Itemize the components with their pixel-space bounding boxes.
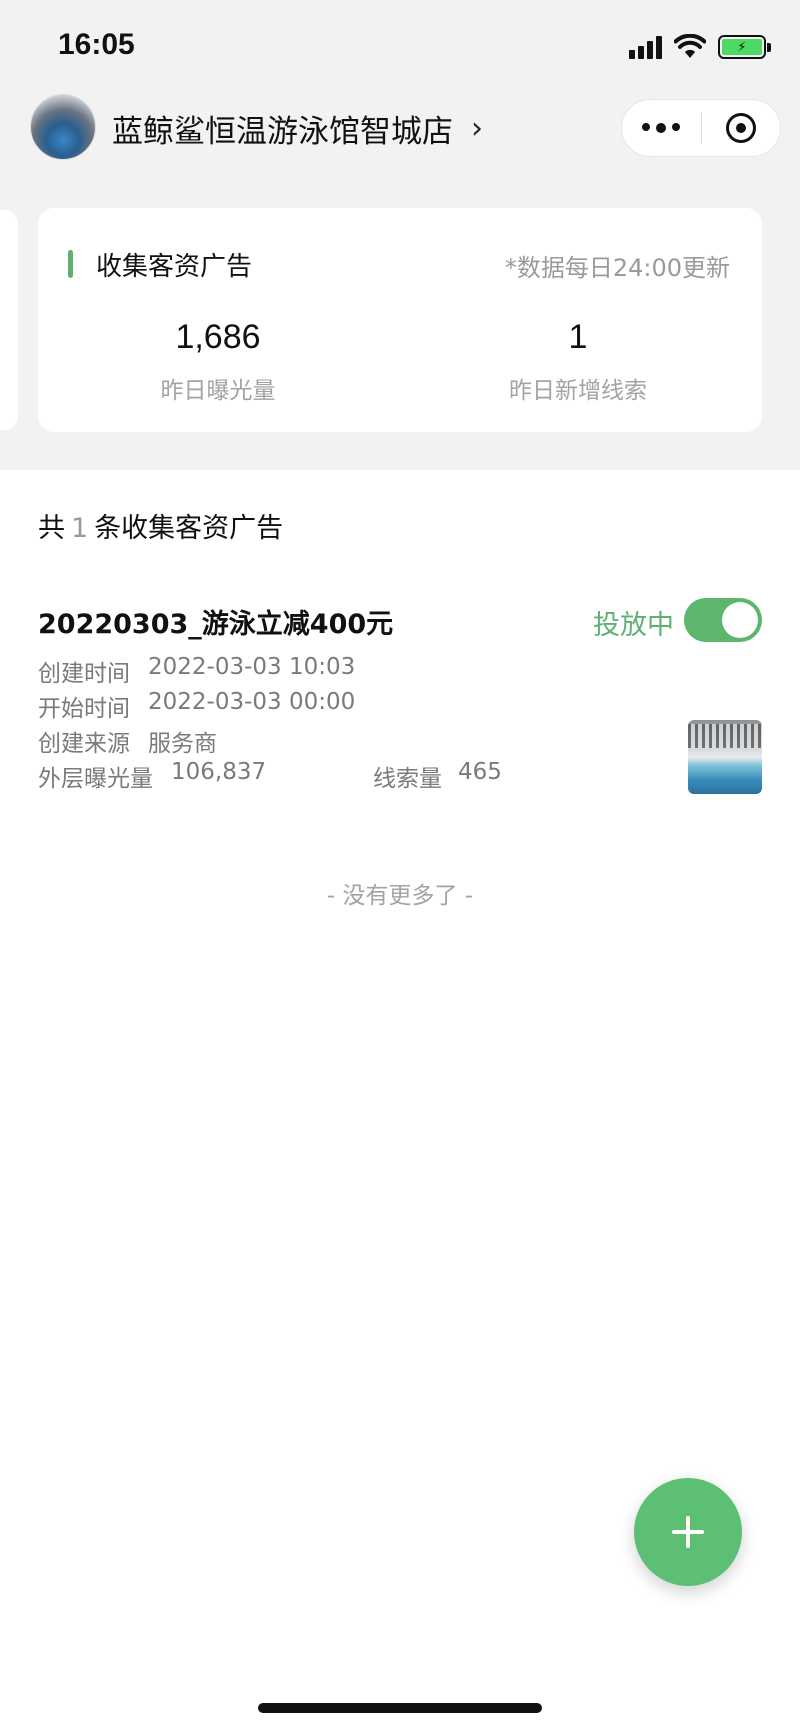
stat-value: 1,686 <box>175 318 261 356</box>
meta-source: 创建来源 服务商 <box>38 724 217 758</box>
stat-value: 1 <box>568 318 588 356</box>
meta-value: 2022-03-03 00:00 <box>148 689 356 715</box>
wifi-icon <box>674 34 706 58</box>
meta-label: 开始时间 <box>38 696 130 722</box>
meta-label: 创建来源 <box>38 731 130 757</box>
ad-title[interactable]: 20220303_游泳立减400元 <box>38 602 393 641</box>
meta-value: 106,837 <box>171 759 267 785</box>
stat-label: 昨日新增线索 <box>509 378 647 404</box>
status-time: 16:05 <box>58 28 135 61</box>
ad-status: 投放中 <box>593 610 674 641</box>
close-target-icon <box>725 113 756 143</box>
meta-start: 开始时间 2022-03-03 00:00 <box>38 689 355 723</box>
stat-label: 昨日曝光量 <box>160 378 276 404</box>
battery-charging-icon: ⚡ <box>718 35 771 59</box>
stats-card: 收集客资广告 *数据每日24:00更新 1,686 昨日曝光量 1 昨日新增线索 <box>38 208 762 432</box>
add-ad-button[interactable] <box>634 1478 742 1586</box>
ad-active-toggle[interactable] <box>684 598 762 642</box>
close-button[interactable] <box>702 100 781 156</box>
more-icon <box>642 123 681 133</box>
meta-value: 465 <box>458 759 502 785</box>
ad-thumbnail[interactable] <box>688 720 762 794</box>
card-title: 收集客资广告 <box>96 252 253 282</box>
chevron-right-icon: › <box>471 111 483 146</box>
previous-card-edge[interactable] <box>0 210 18 430</box>
store-name: 蓝鲸鲨恒温游泳馆智城店 <box>112 114 453 150</box>
meta-value: 服务商 <box>148 731 217 757</box>
no-more-text: - 没有更多了 - <box>326 883 474 909</box>
list-heading: 共 1 条收集客资广告 <box>38 506 283 545</box>
more-button[interactable] <box>622 100 701 156</box>
status-icons: ⚡ <box>629 32 771 62</box>
list-heading-suffix: 条收集客资广告 <box>94 513 284 544</box>
meta-metrics: 外层曝光量 106,837 线索量 465 <box>38 759 558 792</box>
store-name-link[interactable]: 蓝鲸鲨恒温游泳馆智城店 › <box>112 106 483 151</box>
meta-label: 创建时间 <box>38 661 130 687</box>
card-accent-bar <box>68 250 73 278</box>
update-note: *数据每日24:00更新 <box>504 254 730 282</box>
list-heading-prefix: 共 <box>38 513 65 544</box>
stat-new-leads: 1 昨日新增线索 <box>398 318 758 405</box>
miniprogram-capsule <box>621 99 781 157</box>
meta-label: 外层曝光量 <box>38 766 153 792</box>
list-count: 1 <box>71 513 89 544</box>
store-avatar[interactable] <box>30 94 96 160</box>
meta-value: 2022-03-03 10:03 <box>148 654 356 680</box>
stat-exposure: 1,686 昨日曝光量 <box>38 318 398 405</box>
meta-label: 线索量 <box>373 766 442 792</box>
meta-created: 创建时间 2022-03-03 10:03 <box>38 654 355 688</box>
home-indicator[interactable] <box>258 1703 542 1713</box>
plus-icon <box>672 1516 704 1548</box>
signal-icon <box>629 35 662 59</box>
